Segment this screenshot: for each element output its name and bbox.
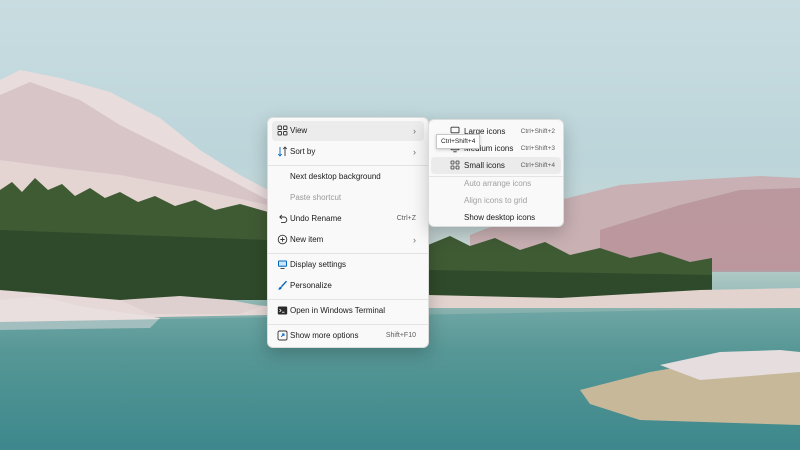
undo-icon bbox=[279, 214, 288, 224]
menu-item-next-desktop-background[interactable]: Next desktop background bbox=[272, 167, 424, 187]
chevron-right-icon: › bbox=[413, 147, 416, 157]
submenu-item-align-icons-to-grid: Align icons to grid bbox=[431, 192, 561, 209]
submenu-item-label: Auto arrange icons bbox=[464, 179, 532, 188]
menu-separator bbox=[268, 324, 428, 325]
chevron-right-icon: › bbox=[413, 235, 416, 245]
shortcut-text: Ctrl+Shift+2 bbox=[520, 128, 555, 135]
submenu-item-small-icons[interactable]: Small icons Ctrl+Shift+4 bbox=[431, 157, 561, 174]
menu-item-view[interactable]: View › bbox=[272, 121, 424, 141]
submenu-item-label: Show desktop icons bbox=[464, 213, 536, 222]
desktop-context-menu: View › Sort by › Next desktop background… bbox=[267, 117, 429, 348]
menu-item-label: Personalize bbox=[290, 281, 332, 290]
view-grid-icon bbox=[277, 125, 288, 136]
menu-item-personalize[interactable]: Personalize bbox=[272, 276, 424, 296]
submenu-item-label: Align icons to grid bbox=[464, 196, 528, 205]
add-circle-icon bbox=[277, 234, 288, 245]
sort-icon bbox=[277, 146, 288, 157]
menu-separator bbox=[268, 299, 428, 300]
menu-item-label: Sort by bbox=[290, 147, 316, 156]
shortcut-text: Shift+F10 bbox=[385, 332, 416, 339]
menu-item-label: Paste shortcut bbox=[290, 193, 342, 202]
menu-item-label: Open in Windows Terminal bbox=[290, 306, 386, 315]
menu-item-show-more-options[interactable]: Show more options Shift+F10 bbox=[272, 326, 424, 346]
shortcut-tooltip: Ctrl+Shift+4 bbox=[436, 134, 481, 149]
submenu-item-label: Small icons bbox=[464, 161, 505, 170]
menu-item-open-in-windows-terminal[interactable]: Open in Windows Terminal bbox=[272, 301, 424, 321]
menu-item-label: Show more options bbox=[290, 331, 359, 340]
more-options-icon bbox=[277, 330, 288, 341]
menu-item-paste-shortcut: Paste shortcut bbox=[272, 188, 424, 208]
small-grid-icon bbox=[450, 160, 460, 170]
submenu-item-show-desktop-icons[interactable]: Show desktop icons bbox=[431, 209, 561, 226]
menu-item-label: New item bbox=[290, 235, 324, 244]
menu-item-sort-by[interactable]: Sort by › bbox=[272, 142, 424, 162]
menu-item-new-item[interactable]: New item › bbox=[272, 230, 424, 250]
chevron-right-icon: › bbox=[413, 126, 416, 136]
menu-item-label: Display settings bbox=[290, 260, 347, 269]
submenu-item-auto-arrange-icons: Auto arrange icons bbox=[431, 175, 561, 192]
terminal-icon bbox=[277, 306, 288, 315]
menu-item-label: Next desktop background bbox=[290, 172, 381, 181]
menu-separator bbox=[268, 165, 428, 166]
menu-item-undo-rename[interactable]: Undo Rename Ctrl+Z bbox=[272, 209, 424, 229]
shortcut-text: Ctrl+Z bbox=[396, 215, 416, 222]
shortcut-text: Ctrl+Shift+3 bbox=[520, 145, 555, 152]
brush-icon bbox=[278, 280, 288, 290]
menu-item-display-settings[interactable]: Display settings bbox=[272, 255, 424, 275]
menu-item-label: Undo Rename bbox=[290, 214, 342, 223]
display-icon bbox=[278, 260, 287, 269]
menu-separator bbox=[268, 253, 428, 254]
shortcut-text: Ctrl+Shift+4 bbox=[520, 162, 555, 169]
menu-item-label: View bbox=[290, 126, 308, 135]
